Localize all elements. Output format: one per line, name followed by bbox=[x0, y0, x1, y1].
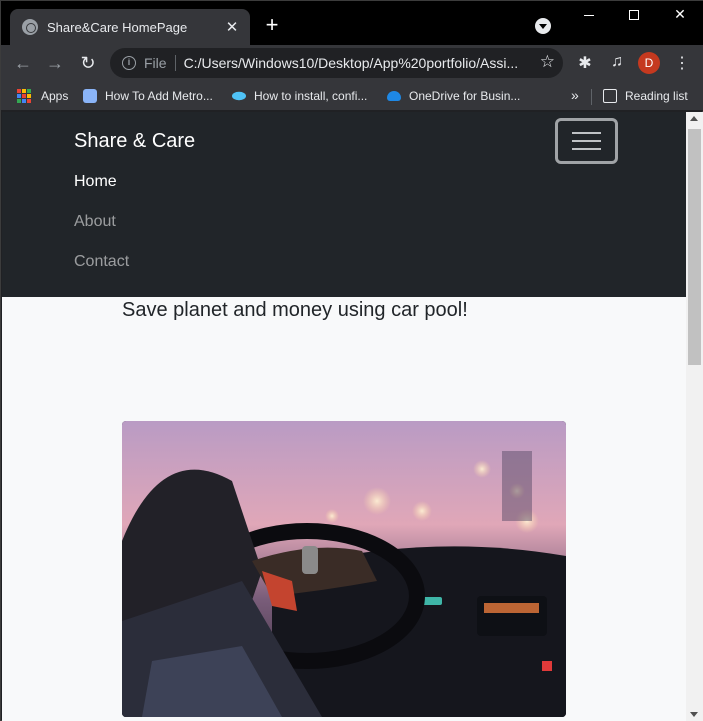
kebab-menu-icon[interactable]: ⋮ bbox=[672, 53, 692, 73]
scrollbar-thumb[interactable] bbox=[688, 129, 701, 365]
globe-icon bbox=[22, 19, 38, 35]
page-viewport: Share & Care Home About Contact Save pla… bbox=[2, 112, 686, 721]
maximize-button[interactable] bbox=[614, 6, 654, 22]
reload-button[interactable]: ↻ bbox=[76, 51, 100, 75]
page-scrollbar[interactable] bbox=[686, 112, 703, 721]
rocket-icon bbox=[83, 89, 97, 103]
site-brand[interactable]: Share & Care bbox=[74, 130, 195, 153]
nav-link-about[interactable]: About bbox=[74, 213, 116, 231]
address-bar[interactable]: i File C:/Users/Windows10/Desktop/App%20… bbox=[110, 48, 563, 78]
bookmark-item[interactable]: OneDrive for Busin... bbox=[387, 86, 520, 106]
extensions-icon[interactable]: ✱ bbox=[575, 53, 595, 73]
cloud-icon bbox=[387, 91, 401, 101]
media-control-icon[interactable]: ♫ bbox=[607, 53, 627, 71]
site-navbar: Share & Care Home About Contact bbox=[2, 112, 686, 297]
nav-link-home[interactable]: Home bbox=[74, 173, 117, 191]
bookmarks-bar: Apps How To Add Metro... How to install,… bbox=[1, 81, 703, 111]
scroll-down-arrow-icon[interactable] bbox=[690, 712, 698, 717]
profile-avatar[interactable]: D bbox=[638, 52, 660, 74]
apps-grid-icon bbox=[17, 89, 31, 103]
scroll-up-arrow-icon[interactable] bbox=[690, 116, 698, 121]
page-tagline: Save planet and money using car pool! bbox=[122, 299, 468, 321]
bookmark-item[interactable]: How To Add Metro... bbox=[83, 86, 213, 106]
back-button[interactable]: ← bbox=[11, 51, 35, 75]
bookmark-apps[interactable]: Apps bbox=[17, 86, 68, 106]
browser-window: Share&Care HomePage ✕ + ✕ ← → ↻ i File C… bbox=[0, 0, 703, 721]
tab-search-icon[interactable] bbox=[535, 18, 551, 34]
minimize-button[interactable] bbox=[569, 6, 609, 22]
bookmark-apps-label: Apps bbox=[41, 89, 69, 103]
eye-icon bbox=[232, 91, 246, 101]
tab-strip: Share&Care HomePage ✕ + ✕ bbox=[1, 1, 703, 45]
tab-close-button[interactable]: ✕ bbox=[224, 18, 240, 36]
close-window-button[interactable]: ✕ bbox=[660, 6, 700, 23]
scheme-label: File bbox=[144, 55, 167, 71]
browser-tab[interactable]: Share&Care HomePage ✕ bbox=[10, 9, 250, 45]
tab-title: Share&Care HomePage bbox=[47, 19, 188, 35]
navbar-toggler-button[interactable] bbox=[555, 118, 618, 164]
nav-link-contact[interactable]: Contact bbox=[74, 253, 129, 271]
browser-toolbar: ← → ↻ i File C:/Users/Windows10/Desktop/… bbox=[1, 45, 703, 81]
reading-list-button[interactable]: Reading list bbox=[603, 86, 688, 106]
new-tab-button[interactable]: + bbox=[261, 14, 283, 36]
url-text[interactable]: C:/Users/Windows10/Desktop/App%20portfol… bbox=[184, 55, 524, 71]
reading-list-icon bbox=[603, 89, 617, 103]
info-icon[interactable]: i bbox=[122, 56, 136, 70]
bookmarks-overflow-button[interactable]: » bbox=[571, 87, 579, 103]
forward-button[interactable]: → bbox=[43, 51, 67, 75]
bookmark-star-icon[interactable]: ☆ bbox=[540, 52, 555, 72]
bookmark-item[interactable]: How to install, confi... bbox=[232, 86, 367, 106]
hero-image-car-driver bbox=[122, 421, 566, 717]
